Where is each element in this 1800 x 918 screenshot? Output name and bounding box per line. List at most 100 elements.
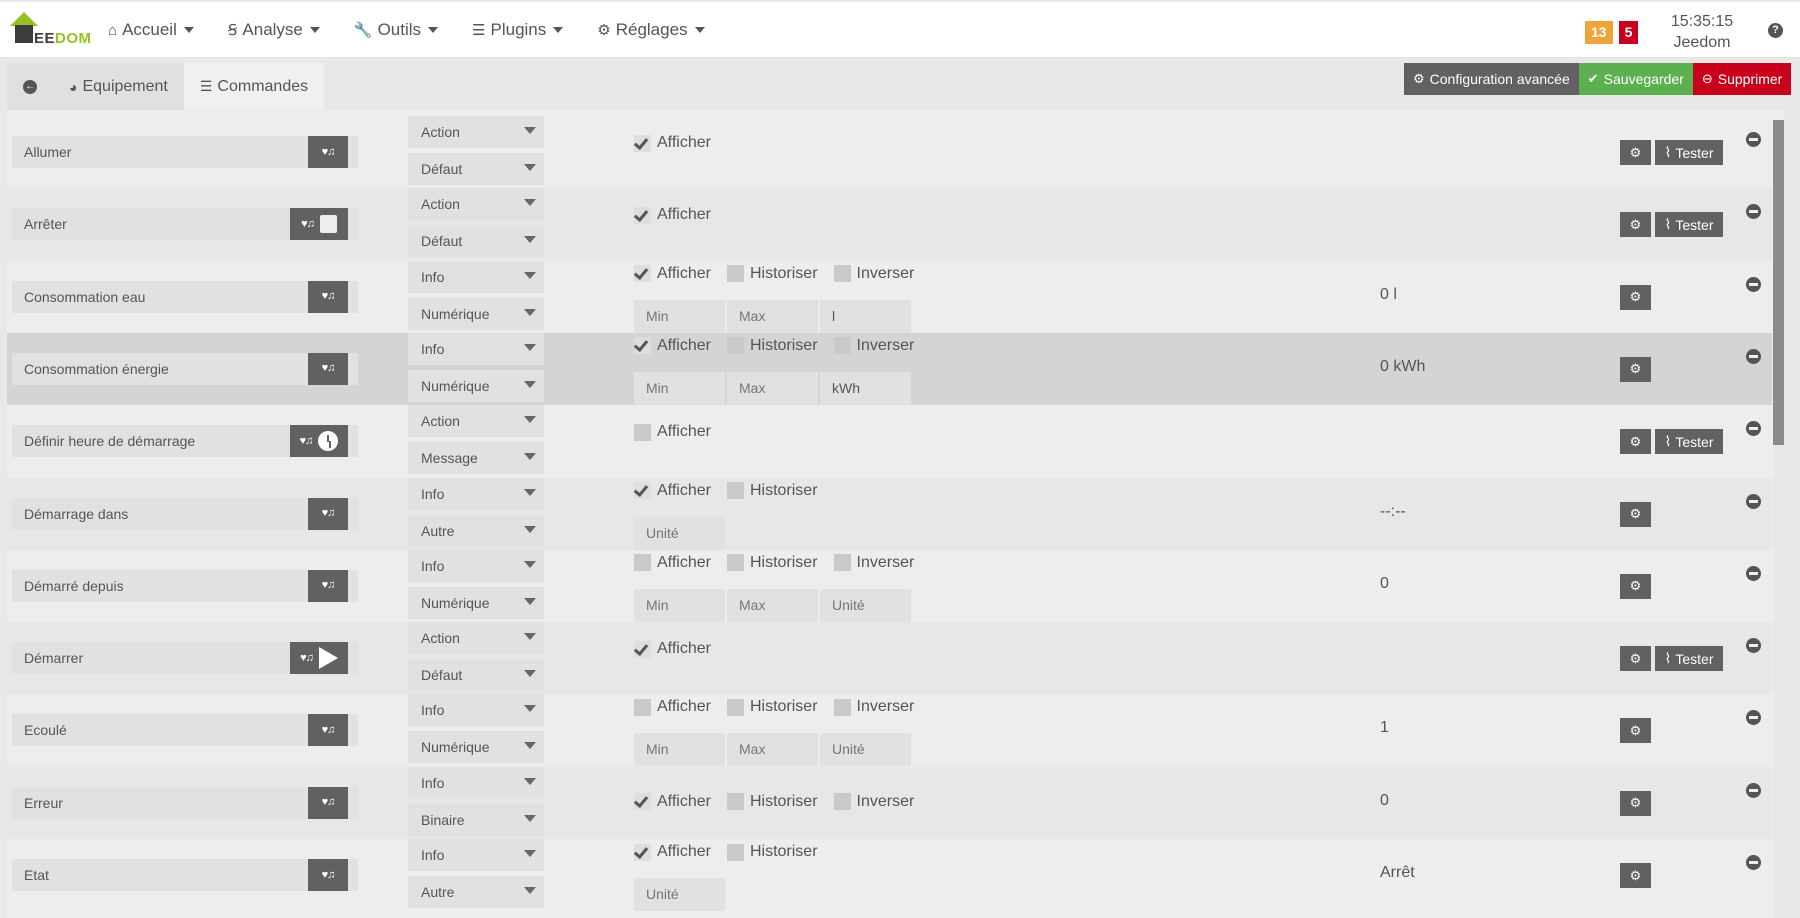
inverser-checkbox[interactable]: Inverser [833, 793, 914, 811]
subtype-select[interactable]: Défaut [408, 659, 544, 692]
historiser-checkbox[interactable]: Historiser [726, 265, 818, 283]
afficher-checkbox[interactable]: Afficher [634, 698, 711, 716]
subtype-select[interactable]: Numérique [408, 369, 544, 402]
delete-button[interactable]: ⊖ Supprimer [1692, 63, 1792, 95]
min-input[interactable] [634, 371, 725, 405]
afficher-checkbox[interactable]: Afficher [634, 843, 711, 861]
advanced-config-button[interactable]: ⚙ [1620, 212, 1651, 238]
remove-command-icon[interactable] [1746, 132, 1761, 147]
checkbox-unchecked[interactable] [726, 554, 744, 572]
type-select[interactable]: Info [408, 694, 544, 727]
subtype-select[interactable]: Autre [408, 514, 544, 547]
advanced-config-button[interactable]: ⚙ [1620, 718, 1651, 744]
afficher-checkbox[interactable]: Afficher [634, 640, 711, 658]
remove-command-icon[interactable] [1746, 565, 1761, 581]
checkbox-unchecked[interactable] [726, 265, 744, 283]
advanced-config-button[interactable]: ⚙ [1620, 501, 1651, 527]
alert-count-badge[interactable]: 5 [1618, 21, 1639, 44]
type-select[interactable]: Info [408, 839, 544, 871]
checkbox-unchecked[interactable] [726, 793, 744, 811]
type-select[interactable]: Action [408, 622, 544, 655]
remove-command-icon[interactable] [1746, 493, 1761, 509]
checkbox-checked[interactable] [634, 206, 651, 224]
checkbox-unchecked[interactable] [833, 265, 851, 283]
save-button[interactable]: ✔ Sauvegarder [1578, 63, 1693, 95]
checkbox-unchecked[interactable] [833, 698, 851, 716]
scrollbar-thumb[interactable] [1773, 120, 1784, 445]
advanced-config-button[interactable]: ⚙ [1620, 140, 1651, 165]
max-input[interactable] [727, 588, 818, 622]
widget-icon-button[interactable]: ♥♫ [308, 859, 348, 891]
inverser-checkbox[interactable]: Inverser [833, 698, 914, 716]
afficher-checkbox[interactable]: Afficher [634, 265, 711, 283]
remove-command-icon[interactable] [1746, 276, 1761, 292]
subtype-select[interactable]: Autre [408, 876, 544, 908]
unit-input[interactable] [820, 299, 911, 333]
advanced-config-button[interactable]: ⚙ [1620, 863, 1651, 888]
min-input[interactable] [634, 733, 725, 767]
advanced-config-button[interactable]: ⚙ [1620, 790, 1651, 816]
unit-input[interactable] [820, 371, 911, 405]
type-select[interactable]: Action [408, 188, 544, 221]
advanced-config-button[interactable]: ⚙ Configuration avancée [1404, 63, 1579, 95]
checkbox-unchecked[interactable] [726, 337, 744, 355]
checkbox-checked[interactable] [634, 482, 651, 499]
command-name-input[interactable] [12, 859, 358, 891]
test-button[interactable]: ⌇ Tester [1655, 429, 1723, 455]
tab-equipement[interactable]: ◕ Equipement [53, 63, 184, 111]
checkbox-checked[interactable] [634, 134, 651, 152]
historiser-checkbox[interactable]: Historiser [726, 793, 818, 811]
checkbox-checked[interactable] [634, 337, 651, 355]
min-input[interactable] [634, 299, 725, 333]
command-name-input[interactable] [12, 714, 358, 747]
checkbox-unchecked[interactable] [634, 554, 651, 572]
back-button[interactable]: ← [7, 63, 53, 111]
advanced-config-button[interactable]: ⚙ [1620, 429, 1651, 455]
historiser-checkbox[interactable]: Historiser [726, 554, 818, 572]
command-name-input[interactable] [12, 280, 358, 313]
checkbox-unchecked[interactable] [726, 482, 744, 499]
type-select[interactable]: Info [408, 332, 544, 365]
command-name-input[interactable] [12, 497, 358, 530]
nav-accueil[interactable]: ⌂ Accueil [108, 20, 194, 40]
command-name-input[interactable] [12, 136, 358, 168]
nav-outils[interactable]: 🔧 Outils [354, 20, 439, 40]
widget-icon-button[interactable]: ♥♫ [308, 714, 348, 747]
remove-command-icon[interactable] [1746, 421, 1761, 437]
nav-plugins[interactable]: ☰ Plugins [472, 20, 564, 40]
advanced-config-button[interactable]: ⚙ [1620, 573, 1651, 599]
afficher-checkbox[interactable]: Afficher [634, 793, 711, 811]
nav-analyse[interactable]: Ꞩ Analyse [228, 20, 320, 40]
subtype-select[interactable]: Message [408, 442, 544, 475]
checkbox-unchecked[interactable] [726, 843, 744, 861]
remove-command-icon[interactable] [1746, 782, 1761, 798]
afficher-checkbox[interactable]: Afficher [634, 206, 711, 224]
checkbox-checked[interactable] [634, 793, 651, 811]
inverser-checkbox[interactable]: Inverser [833, 337, 914, 355]
test-button[interactable]: ⌇ Tester [1655, 212, 1723, 238]
checkbox-unchecked[interactable] [634, 423, 651, 441]
inverser-checkbox[interactable]: Inverser [833, 265, 914, 283]
type-select[interactable]: Info [408, 766, 544, 799]
nav-reglages[interactable]: ⚙ Réglages [597, 20, 705, 40]
type-select[interactable]: Action [408, 405, 544, 438]
afficher-checkbox[interactable]: Afficher [634, 482, 711, 500]
checkbox-checked[interactable] [634, 265, 651, 283]
max-input[interactable] [727, 299, 818, 333]
remove-command-icon[interactable] [1746, 204, 1761, 220]
unit-input[interactable] [820, 588, 911, 622]
checkbox-unchecked[interactable] [726, 698, 744, 716]
command-name-input[interactable] [12, 786, 358, 819]
historiser-checkbox[interactable]: Historiser [726, 698, 818, 716]
afficher-checkbox[interactable]: Afficher [634, 423, 711, 441]
subtype-select[interactable]: Défaut [408, 225, 544, 258]
historiser-checkbox[interactable]: Historiser [726, 337, 818, 355]
historiser-checkbox[interactable]: Historiser [726, 843, 818, 861]
command-name-input[interactable] [12, 352, 358, 385]
widget-icon-button[interactable]: ♥♫ [308, 352, 348, 385]
unit-input[interactable] [634, 878, 725, 911]
afficher-checkbox[interactable]: Afficher [634, 337, 711, 355]
widget-icon-button[interactable]: ♥♫ [308, 786, 348, 819]
max-input[interactable] [727, 371, 818, 405]
inverser-checkbox[interactable]: Inverser [833, 554, 914, 572]
